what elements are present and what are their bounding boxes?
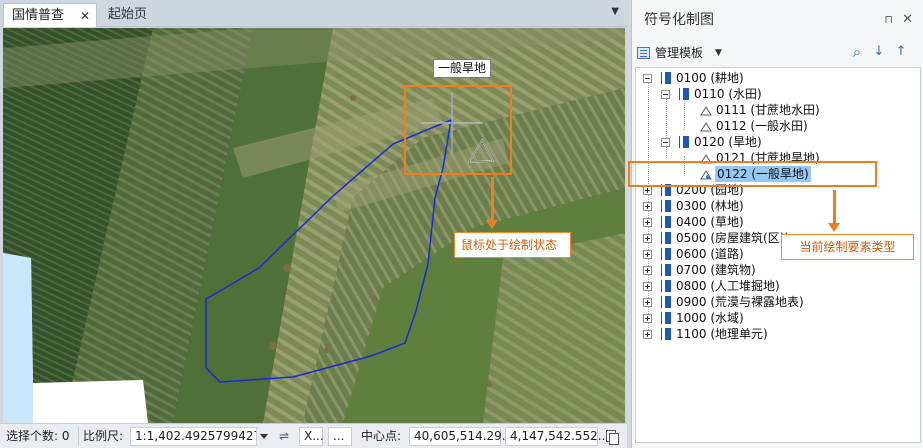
map-document-window: 国情普查 ✕ 起始页 ▼ 一般旱地 鼠标处于绘制状态 选择个数: 0 比例尺: … (0, 0, 627, 448)
arrow-down-icon[interactable]: ↓ (872, 45, 886, 59)
expand-icon[interactable] (643, 218, 652, 227)
tree-item-label: 0111 (甘蔗地水田) (716, 103, 820, 117)
template-icon (637, 47, 650, 59)
collapse-icon[interactable] (661, 90, 670, 99)
scale-input[interactable]: 1:1,402.49257994272 (130, 427, 269, 446)
expand-icon[interactable] (643, 234, 652, 243)
callout-current-feature-type: 当前绘制要素类型 (781, 234, 914, 260)
center-y-field[interactable]: 4,147,542.552... (505, 427, 609, 446)
tree-item-label: 0900 (荒漠与裸露地表) (676, 295, 804, 309)
cursor-highlight-box (404, 85, 512, 175)
expand-icon[interactable] (643, 202, 652, 211)
tree-item-label: 1000 (水域) (676, 311, 744, 325)
tree-item-label: 0600 (道路) (676, 247, 744, 261)
tab-label: 国情普查 (12, 8, 65, 23)
arrow-down-icon (486, 177, 498, 229)
layer-group-icon (662, 280, 671, 292)
tree-item-label: 0110 (水田) (694, 87, 762, 101)
x-coordinate-field[interactable]: X... (299, 427, 324, 446)
layer-group-icon (680, 88, 689, 100)
panel-toolbar: 管理模板 ▼ ⌕ ↓ ↑ (632, 40, 922, 66)
tree-item-label: 0400 (草地) (676, 215, 744, 229)
expand-icon[interactable] (643, 186, 652, 195)
tree-item-label: 0500 (房屋建筑(区)) (676, 231, 790, 245)
chevron-down-icon[interactable]: ▼ (715, 43, 722, 63)
arrow-down-icon (828, 190, 840, 232)
tab-national-census[interactable]: 国情普查 ✕ (3, 3, 97, 27)
search-icon[interactable]: ⌕ (850, 45, 864, 60)
polygon-layer-icon (700, 122, 712, 132)
expand-icon[interactable] (643, 250, 652, 259)
selected-count: 选择个数: 0 (6, 429, 70, 443)
collapse-icon[interactable] (661, 138, 670, 147)
tree-item-label: 0300 (林地) (676, 199, 744, 213)
selected-item-highlight-box (628, 161, 877, 187)
symbolization-panel: 符号化制图 ⊓ ✕ 管理模板 ▼ ⌕ ↓ ↑ 0100 (耕地) 0110 (水… (631, 0, 923, 448)
tab-list-dropdown-icon[interactable]: ▼ (611, 6, 619, 17)
document-tab-bar: 国情普查 ✕ 起始页 ▼ (0, 0, 627, 27)
divider (78, 427, 79, 446)
tree-item-label: 0800 (人工堆掘地) (676, 279, 780, 293)
y-coordinate-field[interactable]: ... (328, 427, 352, 446)
layer-group-icon (662, 72, 671, 84)
layer-group-icon (662, 216, 671, 228)
center-label: 中心点: (361, 429, 402, 443)
layer-group-icon (680, 136, 689, 148)
scale-label: 比例尺: (83, 429, 124, 443)
tree-item-label: 0112 (一般水田) (716, 119, 808, 133)
tree-item-label: 0100 (耕地) (676, 71, 744, 85)
tree-item-label: 1100 (地理单元) (676, 327, 768, 341)
cursor-feature-tooltip: 一般旱地 (433, 59, 492, 78)
expand-icon[interactable] (643, 266, 652, 275)
arrow-up-icon[interactable]: ↑ (894, 45, 908, 59)
swap-icon[interactable]: ⇌ (279, 428, 289, 445)
close-icon[interactable]: ✕ (80, 4, 90, 28)
collapse-icon[interactable] (643, 74, 652, 83)
expand-icon[interactable] (643, 298, 652, 307)
manage-template-button[interactable]: 管理模板 (637, 43, 703, 63)
tab-start-page[interactable]: 起始页 (100, 3, 155, 27)
pin-icon[interactable]: ⊓ (884, 0, 893, 40)
layer-group-icon (662, 264, 671, 276)
copy-icon-back (609, 433, 619, 445)
tab-label: 起始页 (108, 7, 148, 22)
layer-group-icon (662, 232, 671, 244)
satellite-imagery (3, 28, 625, 423)
map-canvas[interactable] (3, 28, 625, 423)
layer-group-icon (662, 296, 671, 308)
polygon-layer-icon (700, 106, 712, 116)
panel-title: 符号化制图 (644, 12, 714, 28)
expand-icon[interactable] (643, 314, 652, 323)
close-icon[interactable]: ✕ (902, 0, 913, 40)
layer-group-icon (662, 312, 671, 324)
tree-item-label: 0120 (旱地) (694, 135, 762, 149)
scale-dropdown-icon[interactable] (256, 428, 270, 445)
tree-item-label: 0700 (建筑物) (676, 263, 756, 277)
callout-drawing-state: 鼠标处于绘制状态 (454, 232, 571, 258)
center-x-field[interactable]: 40,605,514.29... (409, 427, 513, 446)
expand-icon[interactable] (643, 330, 652, 339)
manage-template-label: 管理模板 (655, 46, 704, 60)
panel-header: 符号化制图 ⊓ ✕ (632, 0, 923, 40)
layer-group-icon (662, 200, 671, 212)
status-bar: 选择个数: 0 比例尺: 1:1,402.49257994272 ⇌ X... … (0, 423, 627, 448)
layer-group-icon (662, 328, 671, 340)
expand-icon[interactable] (643, 282, 652, 291)
layer-group-icon (662, 248, 671, 260)
